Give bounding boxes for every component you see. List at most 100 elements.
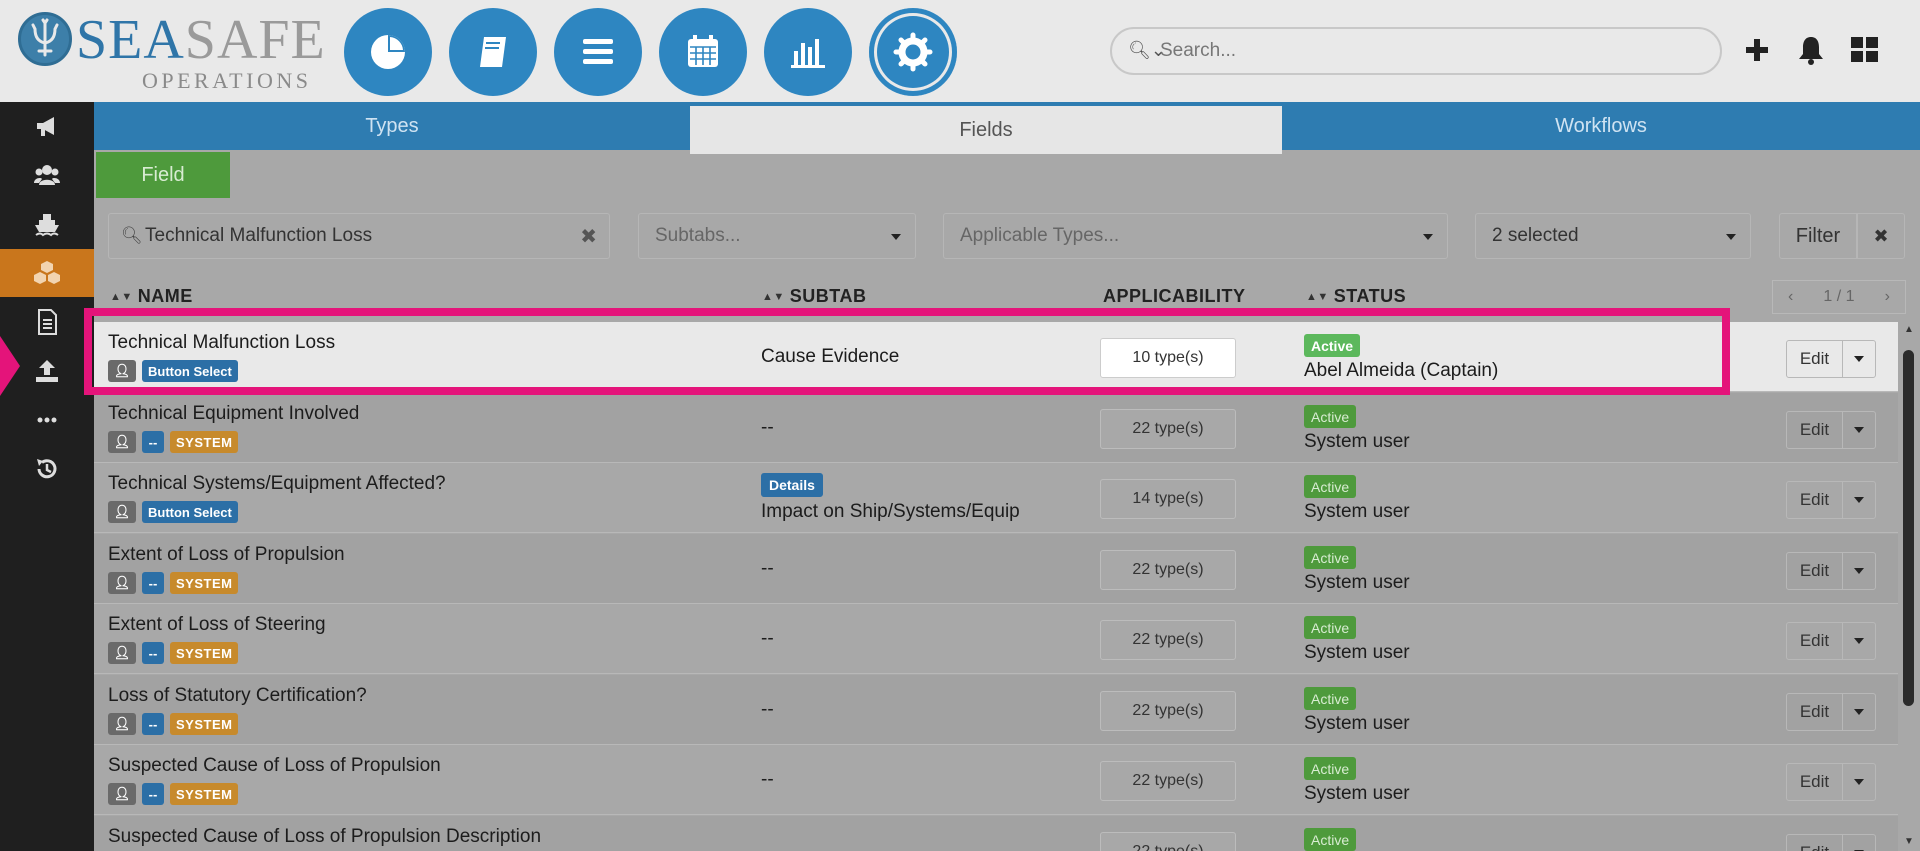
field-name[interactable]: Technical Malfunction Loss bbox=[108, 332, 335, 354]
edit-button[interactable]: Edit bbox=[1787, 623, 1843, 659]
column-header-status[interactable]: ▲▼ STATUS bbox=[1306, 286, 1406, 307]
next-page-button[interactable]: › bbox=[1885, 288, 1890, 306]
applicable-types-select[interactable]: Applicable Types... bbox=[943, 213, 1448, 259]
table-row[interactable]: Extent of Loss of Propulsion 👤︎ -- SYSTE… bbox=[94, 534, 1898, 604]
field-name[interactable]: Extent of Loss of Propulsion bbox=[108, 544, 345, 566]
edit-button[interactable]: Edit bbox=[1787, 764, 1843, 800]
applicability-button[interactable]: 14 type(s) bbox=[1100, 479, 1236, 519]
add-button[interactable] bbox=[1737, 30, 1777, 70]
column-header-name[interactable]: ▲▼ NAME bbox=[110, 286, 193, 307]
sidebar-item-more[interactable] bbox=[0, 396, 94, 444]
clear-icon[interactable]: ✖ bbox=[580, 224, 597, 249]
apps-grid-button[interactable] bbox=[1845, 30, 1885, 70]
field-name[interactable]: Extent of Loss of Steering bbox=[108, 614, 326, 636]
edit-button-group: Edit bbox=[1786, 411, 1876, 449]
nav-library-button[interactable] bbox=[449, 8, 537, 96]
status-user: Abel Almeida (Captain) bbox=[1304, 360, 1499, 381]
edit-button-group: Edit bbox=[1786, 834, 1876, 851]
table-row[interactable]: Suspected Cause of Loss of Propulsion 👤︎… bbox=[94, 745, 1898, 815]
applicability-button[interactable]: 22 type(s) bbox=[1100, 832, 1236, 851]
edit-button[interactable]: Edit bbox=[1787, 553, 1843, 589]
tab-bar: Types Fields Workflows bbox=[94, 102, 1920, 154]
field-name[interactable]: Technical Equipment Involved bbox=[108, 403, 359, 425]
subtabs-select[interactable]: Subtabs... bbox=[638, 213, 916, 259]
notifications-button[interactable] bbox=[1791, 30, 1831, 70]
status-badge: Active bbox=[1304, 687, 1357, 710]
table-scrollbar[interactable]: ▲ ▼ bbox=[1898, 322, 1920, 851]
edit-dropdown-toggle[interactable] bbox=[1843, 482, 1875, 518]
sidebar-item-announcements[interactable] bbox=[0, 102, 94, 150]
applicability-button[interactable]: 10 type(s) bbox=[1100, 338, 1236, 378]
edit-button[interactable]: Edit bbox=[1787, 482, 1843, 518]
nav-reports-button[interactable] bbox=[764, 8, 852, 96]
sidebar-item-vessels[interactable] bbox=[0, 200, 94, 248]
cubes-icon bbox=[34, 261, 60, 284]
edit-dropdown-toggle[interactable] bbox=[1843, 835, 1875, 851]
field-name[interactable]: Technical Systems/Equipment Affected? bbox=[108, 473, 446, 495]
sidebar-item-users[interactable] bbox=[0, 151, 94, 199]
applicability-button[interactable]: 22 type(s) bbox=[1100, 620, 1236, 660]
table-row[interactable]: Technical Malfunction Loss 👤︎ Button Sel… bbox=[94, 322, 1898, 392]
system-badge: SYSTEM bbox=[170, 713, 239, 735]
chevron-down-icon bbox=[1423, 234, 1433, 240]
name-filter-input[interactable]: 🔍︎ Technical Malfunction Loss ✖ bbox=[108, 213, 610, 259]
applicability-button[interactable]: 22 type(s) bbox=[1100, 409, 1236, 449]
subtab-name: Cause Evidence bbox=[761, 346, 900, 367]
subtab-name: Impact on Ship/Systems/Equip bbox=[761, 501, 1020, 522]
scroll-down-arrow-icon[interactable]: ▼ bbox=[1904, 836, 1914, 847]
table-row[interactable]: Loss of Statutory Certification? 👤︎ -- S… bbox=[94, 675, 1898, 745]
edit-button[interactable]: Edit bbox=[1787, 694, 1843, 730]
table-row[interactable]: Suspected Cause of Loss of Propulsion De… bbox=[94, 816, 1898, 851]
edit-button[interactable]: Edit bbox=[1787, 412, 1843, 448]
edit-dropdown-toggle[interactable] bbox=[1843, 341, 1875, 377]
table-row[interactable]: Technical Systems/Equipment Affected? 👤︎… bbox=[94, 463, 1898, 533]
left-sidebar bbox=[0, 102, 94, 851]
applicability-button[interactable]: 22 type(s) bbox=[1100, 550, 1236, 590]
status-badge: Active bbox=[1304, 757, 1357, 780]
table-row[interactable]: Extent of Loss of Steering 👤︎ -- SYSTEM … bbox=[94, 604, 1898, 674]
user-icon: 👤︎ bbox=[108, 431, 136, 453]
nav-dashboard-button[interactable] bbox=[344, 8, 432, 96]
edit-dropdown-toggle[interactable] bbox=[1843, 553, 1875, 589]
edit-button-group: Edit bbox=[1786, 622, 1876, 660]
scrollbar-thumb[interactable] bbox=[1903, 350, 1914, 706]
search-input[interactable] bbox=[1160, 37, 1700, 65]
clear-filters-button[interactable]: ✖ bbox=[1857, 213, 1905, 259]
scroll-up-arrow-icon[interactable]: ▲ bbox=[1904, 324, 1914, 335]
tab-types[interactable]: Types bbox=[94, 102, 690, 150]
field-name[interactable]: Suspected Cause of Loss of Propulsion De… bbox=[108, 826, 541, 848]
seasafe-logo[interactable]: SEASAFE OPERATIONS bbox=[18, 10, 325, 93]
pie-chart-icon bbox=[371, 35, 405, 69]
edit-dropdown-toggle[interactable] bbox=[1843, 412, 1875, 448]
field-name[interactable]: Loss of Statutory Certification? bbox=[108, 685, 367, 707]
subtab-name: -- bbox=[761, 699, 774, 720]
tab-workflows[interactable]: Workflows bbox=[1282, 102, 1920, 150]
field-name[interactable]: Suspected Cause of Loss of Propulsion bbox=[108, 755, 441, 777]
nav-menu-button[interactable] bbox=[554, 8, 642, 96]
prev-page-button[interactable]: ‹ bbox=[1788, 288, 1793, 306]
sidebar-item-history[interactable] bbox=[0, 445, 94, 493]
applicability-button[interactable]: 22 type(s) bbox=[1100, 761, 1236, 801]
add-field-button[interactable]: Field bbox=[96, 152, 230, 198]
filter-button[interactable]: Filter bbox=[1779, 213, 1857, 259]
edit-dropdown-toggle[interactable] bbox=[1843, 764, 1875, 800]
table-row[interactable]: Technical Equipment Involved 👤︎ -- SYSTE… bbox=[94, 393, 1898, 463]
edit-button[interactable]: Edit bbox=[1787, 341, 1843, 377]
subtab-name: -- bbox=[761, 417, 774, 438]
status-badge: Active bbox=[1304, 405, 1357, 428]
nav-calendar-button[interactable] bbox=[659, 8, 747, 96]
edit-dropdown-toggle[interactable] bbox=[1843, 623, 1875, 659]
field-tags: 👤︎ -- SYSTEM bbox=[108, 431, 239, 453]
menu-icon bbox=[583, 39, 613, 64]
sidebar-item-configuration[interactable] bbox=[0, 249, 94, 297]
status-select[interactable]: 2 selected bbox=[1475, 213, 1751, 259]
edit-button[interactable]: Edit bbox=[1787, 835, 1843, 851]
applicability-button[interactable]: 22 type(s) bbox=[1100, 691, 1236, 731]
bar-chart-icon bbox=[791, 39, 825, 68]
edit-dropdown-toggle[interactable] bbox=[1843, 694, 1875, 730]
column-header-subtab[interactable]: ▲▼ SUBTAB bbox=[762, 286, 866, 307]
global-search[interactable]: 🔍︎⌄ bbox=[1110, 27, 1722, 75]
nav-settings-button[interactable] bbox=[869, 8, 957, 96]
tab-fields[interactable]: Fields bbox=[690, 106, 1282, 154]
field-type-badge: -- bbox=[142, 713, 164, 735]
